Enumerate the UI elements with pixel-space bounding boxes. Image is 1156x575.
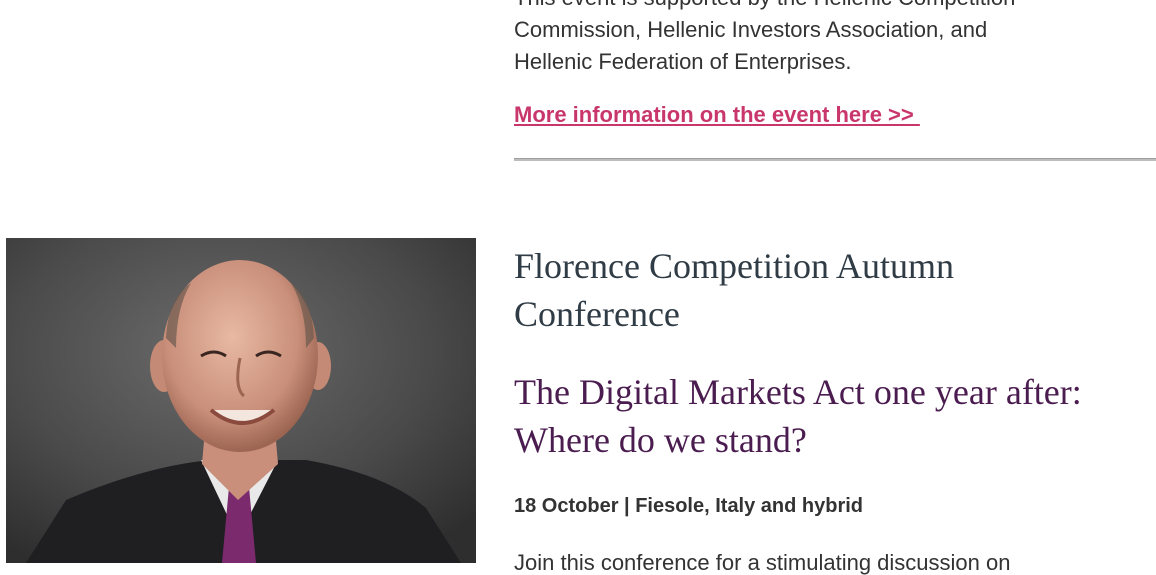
support-line: Hellenic Federation of Enterprises. — [514, 49, 852, 74]
event-description: Join this conference for a stimulating d… — [514, 550, 1011, 575]
event-subtitle: The Digital Markets Act one year after: … — [514, 372, 1082, 460]
support-line: Commission, Hellenic Investors Associati… — [514, 17, 988, 42]
speaker-photo — [6, 238, 476, 563]
support-line: This event is supported by the Hellenic … — [514, 0, 1156, 14]
portrait-image — [6, 238, 476, 563]
more-information-link[interactable]: More information on the event here >> — [514, 99, 920, 131]
event-title: Florence Competition Autumn Conference — [514, 246, 954, 334]
event-date-location: 18 October | Fiesole, Italy and hybrid — [514, 495, 864, 517]
previous-event-support-text: This event is supported by the Hellenic … — [514, 0, 1156, 78]
section-divider — [514, 158, 1156, 161]
newsletter-page: This event is supported by the Hellenic … — [0, 0, 1156, 575]
